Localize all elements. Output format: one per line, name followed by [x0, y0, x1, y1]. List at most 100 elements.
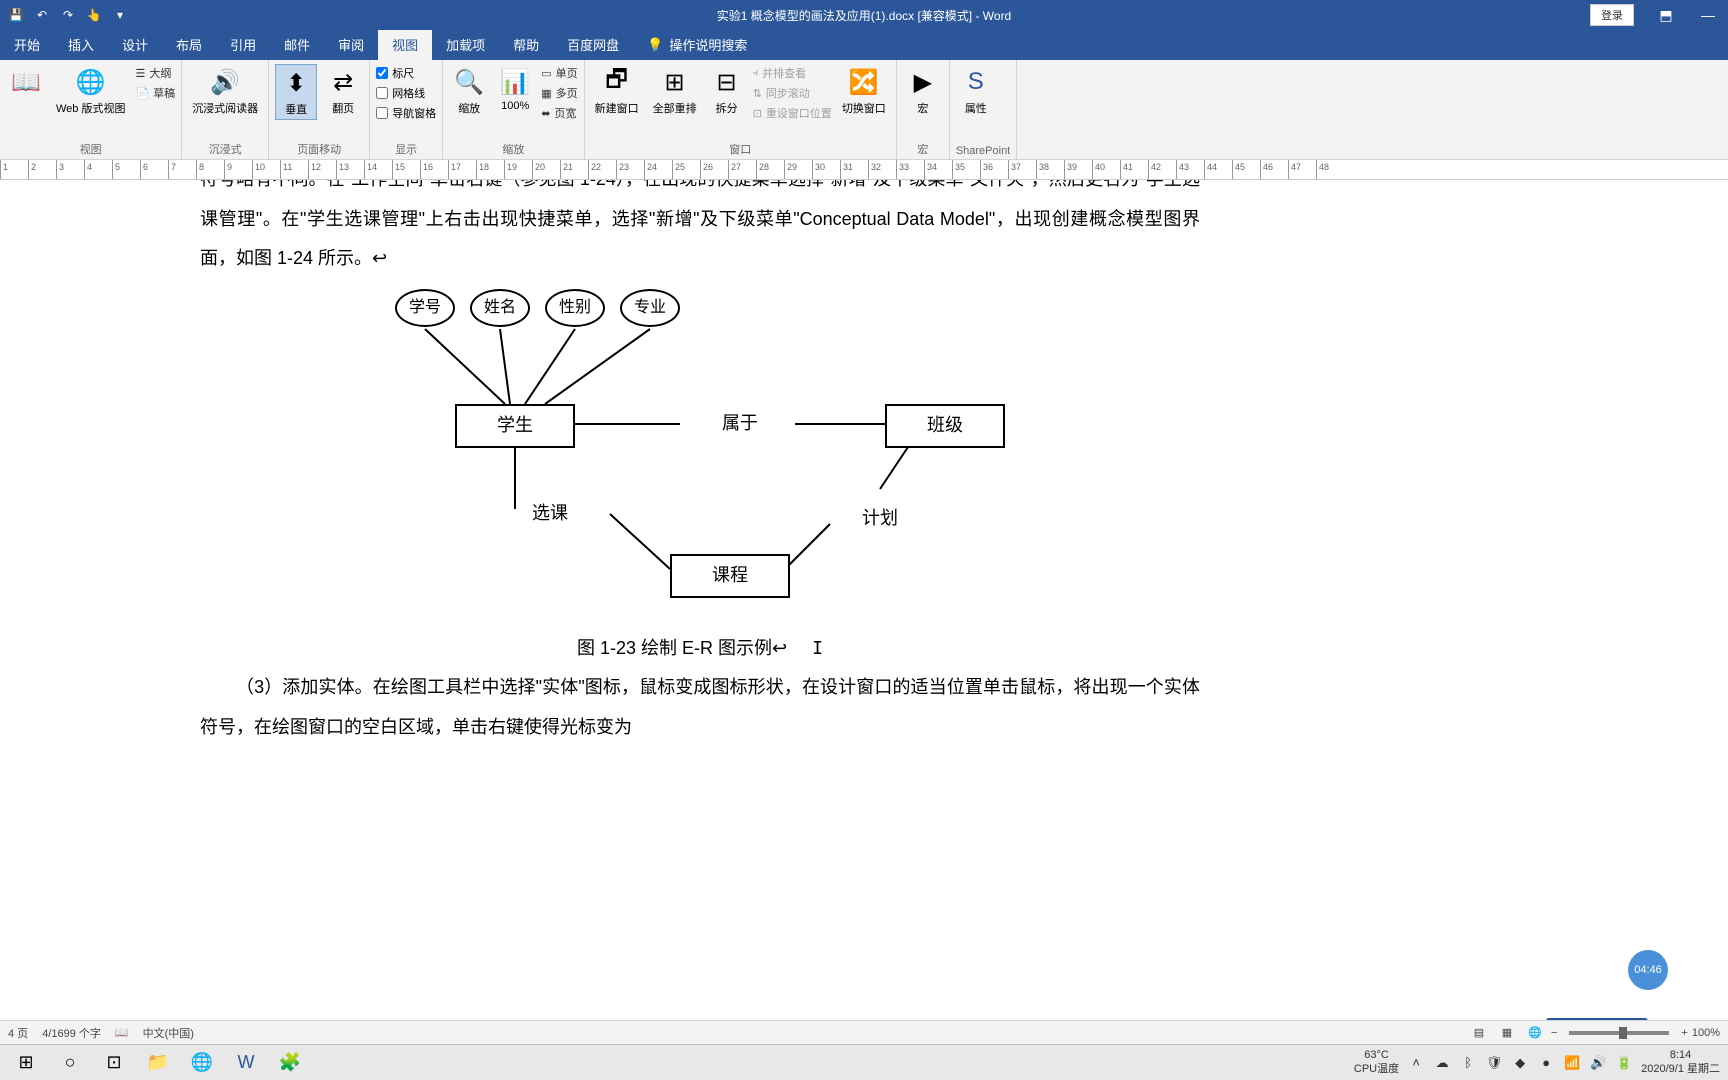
tell-me-search[interactable]: 💡 操作说明搜索	[633, 29, 761, 60]
properties-button[interactable]: S 属性	[956, 64, 996, 118]
outline-button[interactable]: ☰大纲	[135, 64, 175, 82]
tab-references[interactable]: 引用	[216, 29, 270, 60]
group-views-label: 视图	[6, 139, 175, 157]
er-rel-belong: 属于	[680, 394, 800, 454]
tab-view[interactable]: 视图	[378, 29, 432, 60]
touch-icon[interactable]: 👆	[86, 7, 102, 23]
doc-para-1: 符号略有不同。在"工作空间"单击右键（参见图 1-24），在出现的快捷菜单选择"…	[200, 180, 1200, 279]
app-icon[interactable]: 🧩	[270, 1047, 310, 1079]
tray-volume-icon[interactable]: 🔊	[1589, 1054, 1607, 1072]
switch-windows-button[interactable]: 🔀 切换窗口	[838, 64, 890, 118]
tray-bluetooth-icon[interactable]: ᛒ	[1459, 1054, 1477, 1072]
new-window-button[interactable]: 🗗 新建窗口	[591, 64, 643, 118]
switch-windows-icon: 🔀	[848, 66, 880, 98]
er-attr-major: 专业	[620, 289, 680, 327]
er-rel-plan: 计划	[820, 489, 940, 549]
document-title: 实验1 概念模型的画法及应用(1).docx [兼容模式] - Word	[717, 7, 1011, 24]
ruler-checkbox[interactable]: 标尺	[376, 64, 436, 82]
outline-icon: ☰	[135, 67, 145, 80]
one-page-icon: ▭	[541, 67, 551, 80]
page-width-icon: ⬌	[541, 107, 550, 120]
status-proofing-icon[interactable]: 📖	[115, 1026, 129, 1039]
tab-addins[interactable]: 加载项	[432, 29, 499, 60]
flip-button[interactable]: ⇄ 翻页	[323, 64, 363, 118]
group-page-move-label: 页面移动	[275, 139, 363, 157]
start-button[interactable]: ⊞	[6, 1047, 46, 1079]
group-sharepoint: S 属性 SharePoint	[950, 60, 1017, 159]
status-page[interactable]: 4 页	[8, 1025, 28, 1041]
tray-security-icon[interactable]: 🛡	[1485, 1054, 1503, 1072]
file-explorer-icon[interactable]: 📁	[138, 1047, 178, 1079]
task-view-icon[interactable]: ⊡	[94, 1047, 134, 1079]
qat-more-icon[interactable]: ▾	[112, 7, 128, 23]
login-button[interactable]: 登录	[1590, 4, 1634, 26]
reading-view-button[interactable]: 📖 阅读视图	[6, 64, 46, 100]
tell-me-label: 操作说明搜索	[669, 35, 747, 54]
menu-tabs: 开始 插入 设计 布局 引用 邮件 审阅 视图 加载项 帮助 百度网盘 💡 操作…	[0, 30, 1728, 60]
weather-widget[interactable]: 63°C CPU温度	[1354, 1049, 1399, 1075]
float-timer-badge[interactable]: 04:46	[1628, 950, 1668, 990]
zoom-out-button[interactable]: −	[1551, 1027, 1557, 1039]
zoom-thumb[interactable]	[1619, 1027, 1627, 1039]
browser-icon[interactable]: 🌐	[182, 1047, 222, 1079]
ribbon-options-icon[interactable]: ⬒	[1646, 1, 1686, 29]
er-rel-select: 选课	[490, 484, 610, 544]
tray-onedrive-icon[interactable]: ☁	[1433, 1054, 1451, 1072]
print-layout-icon[interactable]: ▦	[1495, 1023, 1519, 1043]
split-button[interactable]: ⊟ 拆分	[707, 64, 747, 118]
tray-app2-icon[interactable]: ●	[1537, 1054, 1555, 1072]
tab-mailings[interactable]: 邮件	[270, 29, 324, 60]
read-mode-icon[interactable]: ▤	[1467, 1023, 1491, 1043]
status-language[interactable]: 中文(中国)	[143, 1025, 194, 1041]
macros-button[interactable]: ▶ 宏	[903, 64, 943, 118]
tab-insert[interactable]: 插入	[54, 29, 108, 60]
er-entity-course: 课程	[670, 554, 790, 598]
tray-app1-icon[interactable]: ◆	[1511, 1054, 1529, 1072]
group-immersive-label: 沉浸式	[188, 139, 262, 157]
split-icon: ⊟	[711, 66, 743, 98]
tray-chevron-icon[interactable]: ˄	[1407, 1054, 1425, 1072]
immersive-reader-icon: 🔊	[209, 66, 241, 98]
sync-scroll-button: ⇅同步滚动	[753, 84, 832, 102]
tray-battery-icon[interactable]: 🔋	[1615, 1054, 1633, 1072]
minimize-icon[interactable]: —	[1688, 1, 1728, 29]
tab-review[interactable]: 审阅	[324, 29, 378, 60]
zoom-100-button[interactable]: 📊 100%	[495, 64, 535, 114]
draft-button[interactable]: 📄草稿	[135, 84, 175, 102]
undo-icon[interactable]: ↶	[34, 7, 50, 23]
figure-caption: 图 1-23 绘制 E-R 图示例↩ I	[200, 629, 1200, 669]
arrange-all-button[interactable]: ⊞ 全部重排	[649, 64, 701, 118]
zoom-in-button[interactable]: +	[1681, 1027, 1687, 1039]
navpane-checkbox[interactable]: 导航窗格	[376, 104, 436, 122]
cortana-icon[interactable]: ○	[50, 1047, 90, 1079]
tab-home[interactable]: 开始	[0, 29, 54, 60]
word-icon[interactable]: W	[226, 1047, 266, 1079]
save-icon[interactable]: 💾	[8, 7, 24, 23]
taskbar-clock[interactable]: 8:14 2020/9/1 星期二	[1641, 1049, 1720, 1075]
er-diagram: 学号 姓名 性别 专业 学生 班级 课程 属于 选课 计划	[350, 289, 1050, 619]
immersive-reader-button[interactable]: 🔊 沉浸式阅读器	[188, 64, 262, 118]
tray-network-icon[interactable]: 📶	[1563, 1054, 1581, 1072]
redo-icon[interactable]: ↷	[60, 7, 76, 23]
tab-baidu[interactable]: 百度网盘	[553, 29, 633, 60]
one-page-button[interactable]: ▭单页	[541, 64, 577, 82]
page-width-button[interactable]: ⬌页宽	[541, 104, 577, 122]
reading-view-icon: 📖	[10, 66, 42, 98]
web-layout-button[interactable]: 🌐 Web 版式视图	[52, 64, 129, 118]
zoom-button[interactable]: 🔍 缩放	[449, 64, 489, 118]
status-words[interactable]: 4/1699 个字	[42, 1025, 101, 1041]
horizontal-ruler[interactable]: 1234567891011121314151617181920212223242…	[0, 160, 1728, 180]
vertical-button[interactable]: ⬍ 垂直	[275, 64, 317, 120]
document-area[interactable]: 符号略有不同。在"工作空间"单击右键（参见图 1-24），在出现的快捷菜单选择"…	[0, 180, 1728, 800]
zoom-100-icon: 📊	[499, 66, 531, 98]
qat: 💾 ↶ ↷ 👆 ▾	[0, 7, 128, 23]
zoom-level[interactable]: 100%	[1692, 1027, 1720, 1039]
group-show: 标尺 网格线 导航窗格 显示	[370, 60, 443, 159]
web-layout-view-icon[interactable]: 🌐	[1523, 1023, 1547, 1043]
tab-help[interactable]: 帮助	[499, 29, 553, 60]
tab-design[interactable]: 设计	[108, 29, 162, 60]
multi-page-button[interactable]: ▦多页	[541, 84, 577, 102]
zoom-slider[interactable]	[1569, 1031, 1669, 1035]
tab-layout[interactable]: 布局	[162, 29, 216, 60]
gridlines-checkbox[interactable]: 网格线	[376, 84, 436, 102]
